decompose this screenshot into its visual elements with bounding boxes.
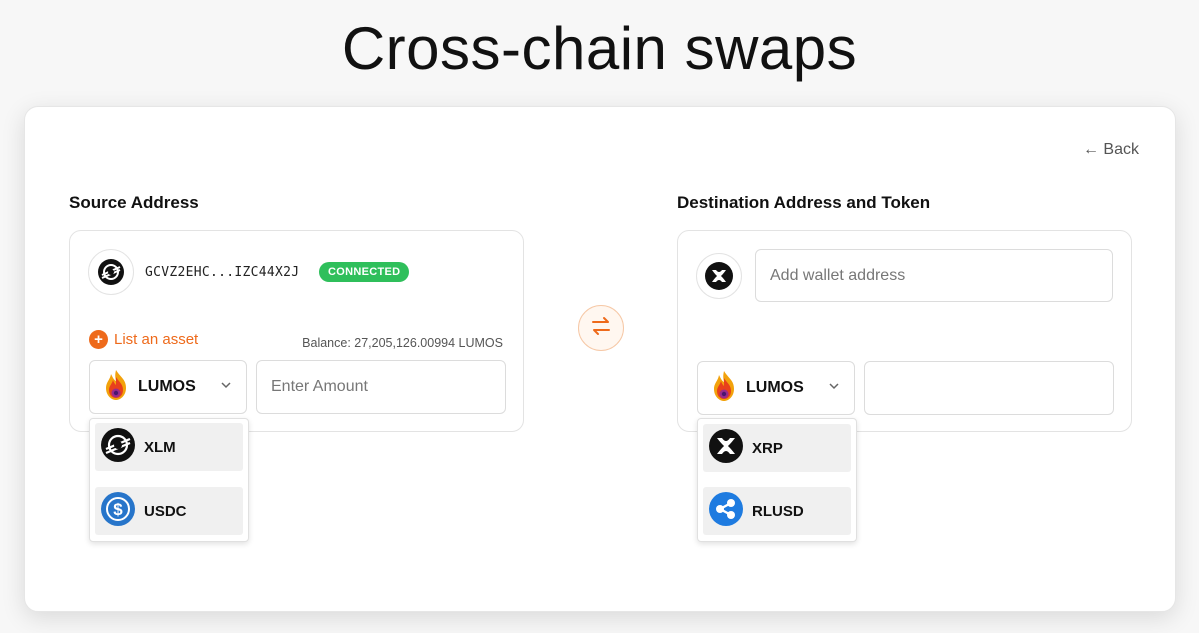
token-option-xlm[interactable]: XLM (95, 423, 243, 471)
token-option-usdc[interactable]: $ USDC (95, 487, 243, 535)
xrp-icon (709, 428, 743, 468)
destination-address-input[interactable] (755, 249, 1113, 302)
plus-icon: + (89, 330, 108, 349)
svg-text:$: $ (113, 500, 123, 519)
back-link[interactable]: ← Back (1083, 141, 1139, 159)
source-token-label: LUMOS (138, 378, 196, 395)
list-asset-link[interactable]: + List an asset (89, 330, 198, 349)
token-option-label: XLM (144, 438, 176, 456)
chevron-down-icon (220, 378, 232, 396)
swap-arrows-icon (590, 315, 612, 342)
token-option-xrp[interactable]: XRP (703, 424, 851, 472)
swap-card: ← Back Source Address GCVZ2EHC...IZC44X2… (24, 106, 1176, 612)
list-asset-label: List an asset (114, 331, 199, 348)
amount-input[interactable] (256, 360, 506, 414)
destination-token-label: LUMOS (746, 379, 804, 396)
source-wallet-address: GCVZ2EHC...IZC44X2J (145, 265, 300, 280)
stellar-icon (101, 427, 135, 467)
token-option-label: XRP (752, 439, 783, 457)
destination-token-dropdown: XRP RLUSD (697, 418, 857, 542)
lumos-flame-icon (710, 370, 738, 407)
usdc-icon: $ (101, 491, 135, 531)
token-option-label: USDC (144, 502, 187, 520)
lumos-flame-icon (102, 369, 130, 406)
destination-amount-input[interactable] (864, 361, 1114, 415)
chevron-down-icon (828, 379, 840, 397)
destination-token-select[interactable]: LUMOS (697, 361, 855, 415)
status-badge: CONNECTED (319, 262, 410, 282)
ripple-icon (709, 491, 743, 531)
source-section-title: Source Address (69, 193, 199, 212)
source-panel: GCVZ2EHC...IZC44X2J CONNECTED + List an … (69, 230, 524, 432)
page-title: Cross-chain swaps (341, 15, 858, 82)
balance-text: Balance: 27,205,126.00994 LUMOS (302, 336, 503, 350)
stellar-wallet-icon (88, 249, 134, 295)
source-token-select[interactable]: LUMOS (89, 360, 247, 414)
source-token-dropdown: XLM $ USDC (89, 418, 249, 542)
xrp-wallet-icon (696, 253, 742, 299)
swap-direction-button[interactable] (578, 305, 624, 351)
token-option-label: RLUSD (752, 502, 804, 520)
destination-panel: LUMOS (677, 230, 1132, 432)
token-option-rlusd[interactable]: RLUSD (703, 487, 851, 535)
destination-section-title: Destination Address and Token (677, 193, 931, 212)
